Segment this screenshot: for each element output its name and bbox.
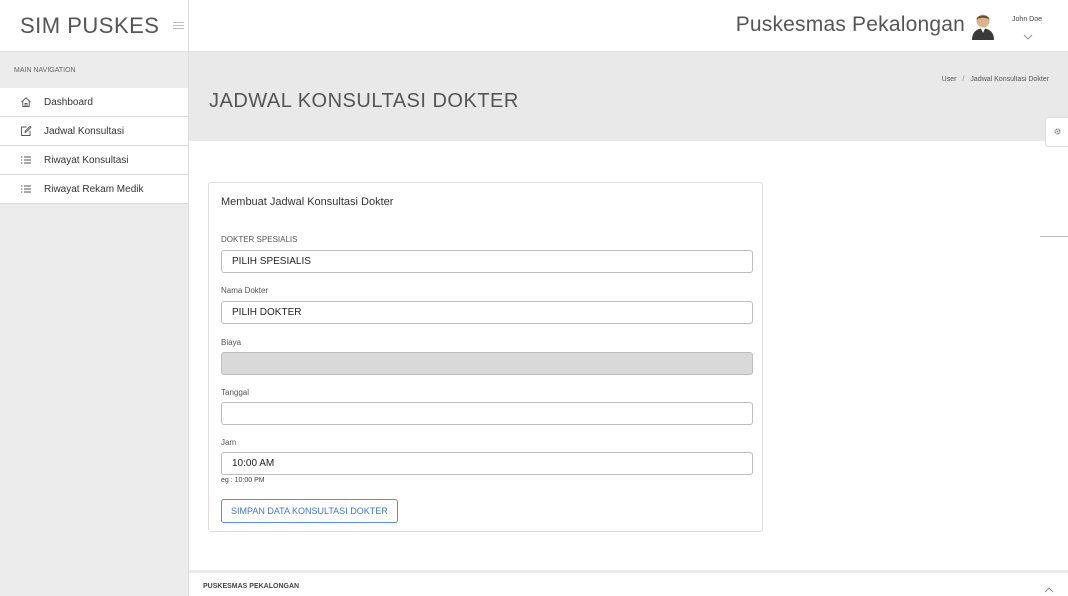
content-header: JADWAL KONSULTASI DOKTER User / Jadwal K… xyxy=(189,52,1068,141)
jam-help-text: eg : 10:00 PM xyxy=(221,477,265,484)
sidebar-item-label: Riwayat Konsultasi xyxy=(44,154,129,166)
side-panel-edge xyxy=(1040,236,1068,237)
dokter-select[interactable]: PILIH DOKTER xyxy=(221,301,753,324)
sidebar-nav: Dashboard Jadwal Konsultasi Riwayat Kons… xyxy=(0,88,188,204)
save-consultation-button[interactable]: SIMPAN DATA KONSULTASI DOKTER xyxy=(221,499,398,523)
edit-icon xyxy=(20,125,32,137)
organization-name: Puskesmas Pekalongan xyxy=(735,13,965,36)
list-icon xyxy=(20,154,32,166)
sidebar-item-jadwal-konsultasi[interactable]: Jadwal Konsultasi xyxy=(0,117,188,146)
top-bar: Puskesmas Pekalongan John Doe xyxy=(189,0,1068,52)
home-icon xyxy=(20,96,32,108)
breadcrumb-separator: / xyxy=(962,76,965,83)
brand-bar: SIM PUSKES xyxy=(0,0,188,52)
nav-header: MAIN NAVIGATION xyxy=(0,52,188,88)
consultation-form-card: Membuat Jadwal Konsultasi Dokter DOKTER … xyxy=(208,182,763,532)
footer: PUSKESMAS PEKALONGAN xyxy=(189,570,1068,596)
chevron-up-icon[interactable] xyxy=(1044,581,1054,593)
breadcrumb: User / Jadwal Konsultasi Dokter xyxy=(942,76,1049,83)
dokter-label: Nama Dokter xyxy=(221,286,269,295)
sidebar-item-label: Jadwal Konsultasi xyxy=(44,125,125,137)
jam-field[interactable]: 10:00 AM xyxy=(221,452,753,475)
page-title: JADWAL KONSULTASI DOKTER xyxy=(209,90,519,112)
sidebar-item-riwayat-konsultasi[interactable]: Riwayat Konsultasi xyxy=(0,146,188,175)
tanggal-field[interactable] xyxy=(221,402,753,425)
breadcrumb-current: Jadwal Konsultasi Dokter xyxy=(970,76,1049,83)
list-icon xyxy=(20,183,32,195)
user-name[interactable]: John Doe xyxy=(1012,16,1042,23)
settings-toggle[interactable] xyxy=(1045,117,1068,147)
sidebar-item-label: Dashboard xyxy=(44,96,93,108)
brand-name[interactable]: SIM PUSKES xyxy=(20,13,159,39)
chevron-down-icon[interactable] xyxy=(1023,28,1033,40)
footer-text: PUSKESMAS PEKALONGAN xyxy=(203,583,300,590)
gear-icon xyxy=(1053,123,1062,141)
spesialis-select[interactable]: PILIH SPESIALIS xyxy=(221,250,753,273)
sidebar: SIM PUSKES MAIN NAVIGATION Dashboard Jad… xyxy=(0,0,189,596)
sidebar-item-dashboard[interactable]: Dashboard xyxy=(0,88,188,117)
sidebar-item-riwayat-rekam-medik[interactable]: Riwayat Rekam Medik xyxy=(0,175,188,204)
biaya-label: Biaya xyxy=(221,338,242,347)
jam-label: Jam xyxy=(221,438,237,447)
sidebar-item-label: Riwayat Rekam Medik xyxy=(44,183,144,195)
biaya-field xyxy=(221,352,753,375)
user-avatar[interactable] xyxy=(970,12,996,40)
card-title: Membuat Jadwal Konsultasi Dokter xyxy=(221,196,394,208)
tanggal-label: Tanggal xyxy=(221,388,250,397)
breadcrumb-user-link[interactable]: User xyxy=(942,76,957,83)
menu-toggle-icon[interactable] xyxy=(173,22,185,29)
spesialis-label: DOKTER SPESIALIS xyxy=(221,235,298,244)
